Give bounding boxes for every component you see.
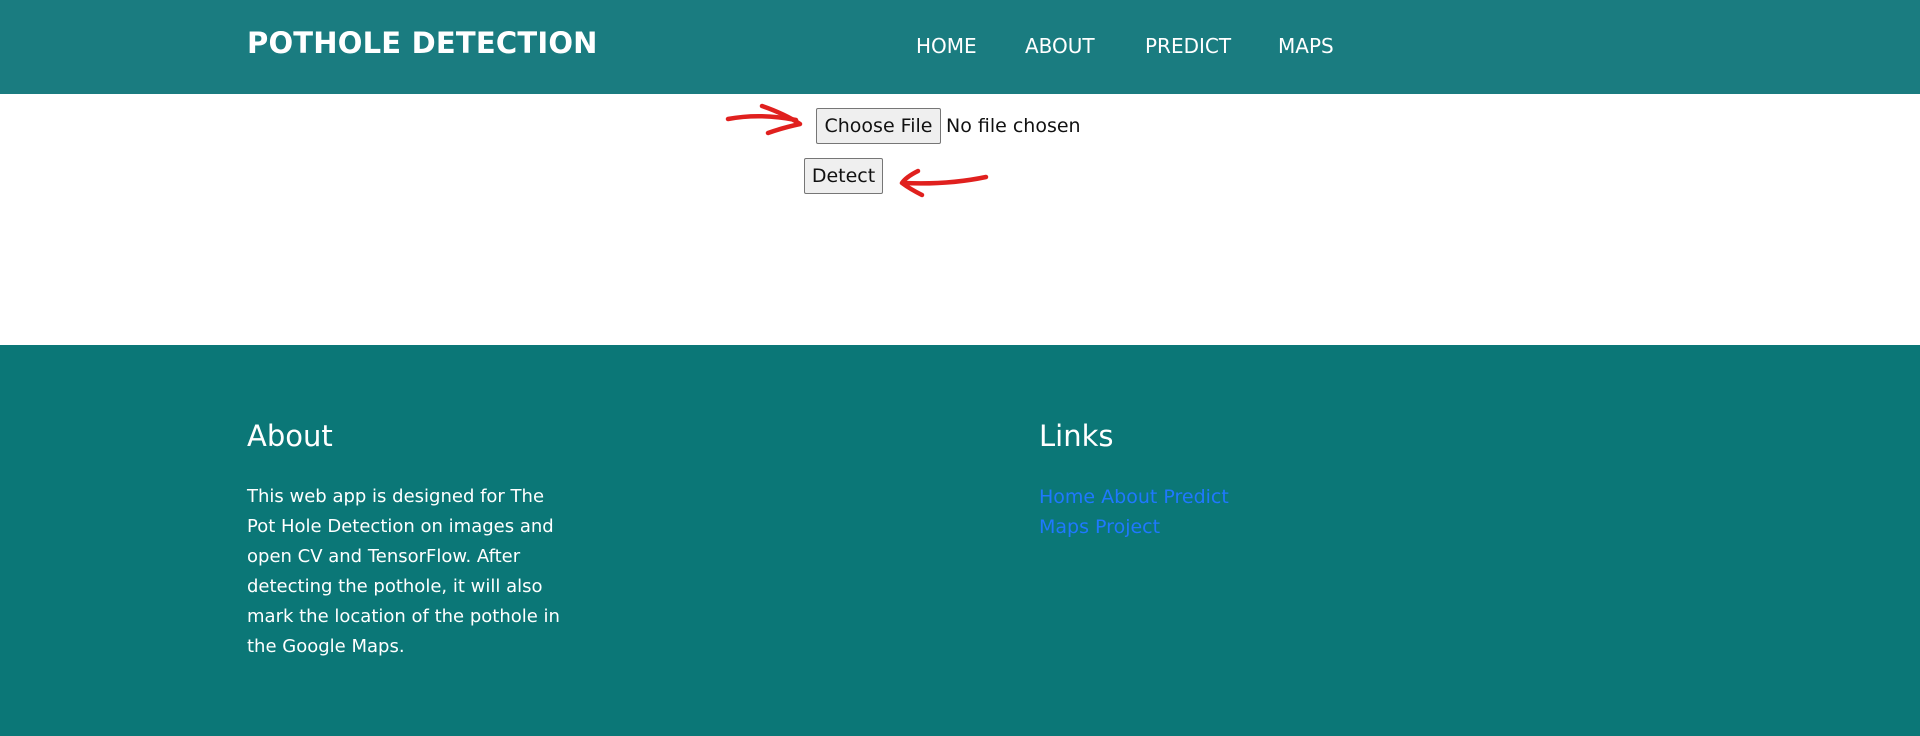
nav-link-maps[interactable]: MAPS bbox=[1278, 34, 1334, 58]
choose-file-button[interactable]: Choose File bbox=[816, 108, 941, 144]
footer-link-about[interactable]: About bbox=[1101, 486, 1157, 508]
footer-link-home[interactable]: Home bbox=[1039, 486, 1095, 508]
nav-link-home[interactable]: HOME bbox=[916, 34, 977, 58]
footer-link-predict[interactable]: Predict bbox=[1163, 486, 1228, 508]
nav-link-predict[interactable]: PREDICT bbox=[1145, 34, 1231, 58]
footer-about-text: This web app is designed for The Pot Hol… bbox=[247, 486, 560, 657]
footer-link-project[interactable]: Project bbox=[1095, 516, 1160, 538]
footer-links-list: Home About Predict Maps Project bbox=[1039, 482, 1269, 542]
footer-link-maps[interactable]: Maps bbox=[1039, 516, 1089, 538]
footer-links-title: Links bbox=[1039, 419, 1114, 453]
footer-about-title: About bbox=[247, 419, 333, 453]
navbar: POTHOLE DETECTION HOME ABOUT PREDICT MAP… bbox=[0, 0, 1920, 94]
brand-title[interactable]: POTHOLE DETECTION bbox=[247, 26, 598, 60]
nav-link-about[interactable]: ABOUT bbox=[1025, 34, 1095, 58]
detect-button[interactable]: Detect bbox=[804, 158, 883, 194]
file-status-text: No file chosen bbox=[946, 115, 1081, 137]
